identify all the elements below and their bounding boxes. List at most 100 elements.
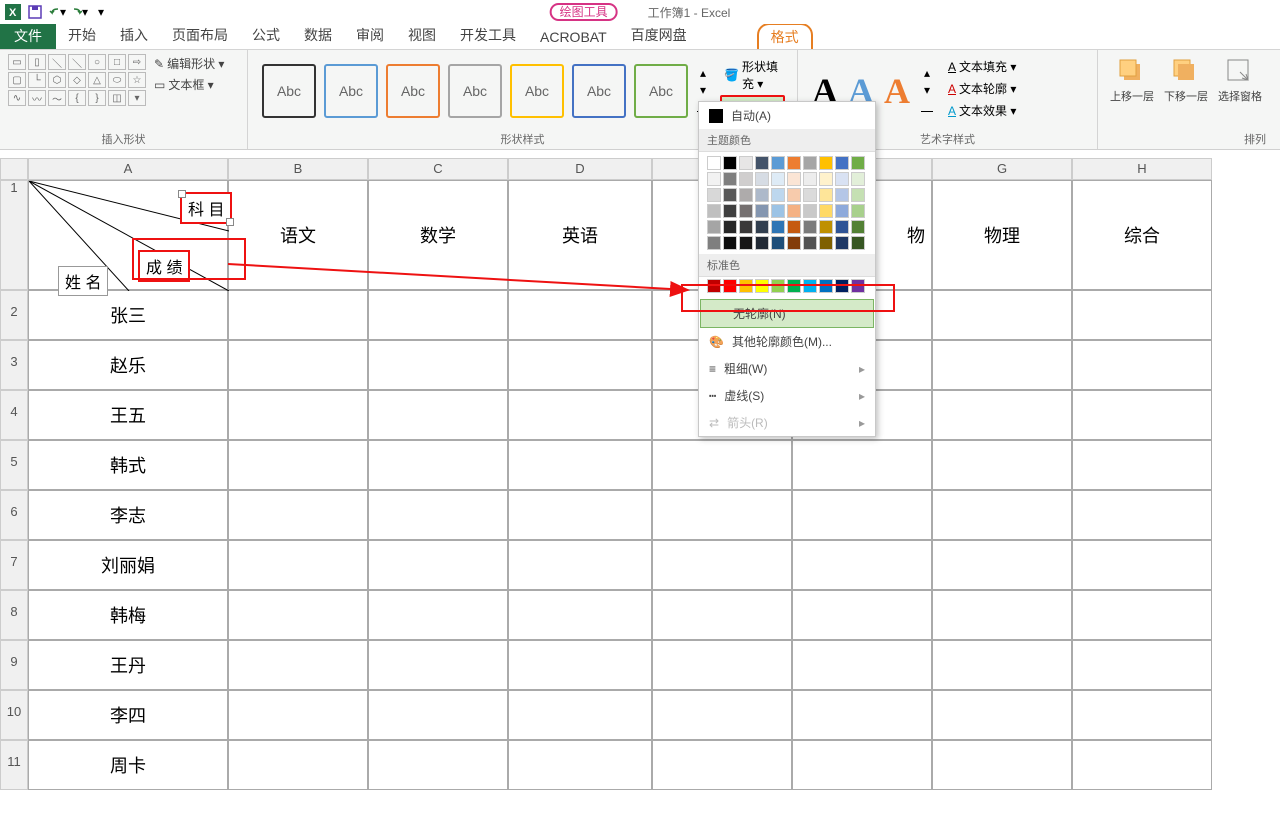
color-swatch[interactable] bbox=[835, 188, 849, 202]
cell[interactable] bbox=[792, 740, 932, 790]
tab-data[interactable]: 数据 bbox=[292, 21, 344, 49]
color-swatch[interactable] bbox=[787, 204, 801, 218]
color-swatch[interactable] bbox=[739, 156, 753, 170]
style-preset-5[interactable]: Abc bbox=[510, 64, 564, 118]
col-header-g[interactable]: G bbox=[932, 158, 1072, 180]
color-swatch[interactable] bbox=[835, 204, 849, 218]
undo-icon[interactable]: ▾ bbox=[48, 3, 66, 21]
row-header[interactable]: 5 bbox=[0, 440, 28, 490]
tab-file[interactable]: 文件 bbox=[0, 23, 56, 49]
textbox-kemu[interactable]: 科 目 bbox=[180, 192, 232, 224]
shape-callout-icon[interactable]: ◫ bbox=[108, 90, 126, 106]
col-header-c[interactable]: C bbox=[368, 158, 508, 180]
cell[interactable] bbox=[368, 390, 508, 440]
cell[interactable] bbox=[932, 290, 1072, 340]
cell[interactable] bbox=[792, 540, 932, 590]
cell[interactable] bbox=[368, 440, 508, 490]
tab-format[interactable]: 格式 bbox=[757, 23, 813, 49]
menu-weight[interactable]: ≡粗细(W)▸ bbox=[699, 355, 875, 382]
col-header-b[interactable]: B bbox=[228, 158, 368, 180]
shape-textbox-v-icon[interactable]: ▯ bbox=[28, 54, 46, 70]
color-swatch[interactable] bbox=[851, 204, 865, 218]
qat-customize-icon[interactable]: ▾ bbox=[92, 3, 110, 21]
cell[interactable] bbox=[932, 640, 1072, 690]
cell[interactable]: 刘丽娟 bbox=[28, 540, 228, 590]
row-header[interactable]: 7 bbox=[0, 540, 28, 590]
cell[interactable] bbox=[652, 690, 792, 740]
cell[interactable] bbox=[368, 540, 508, 590]
cell[interactable] bbox=[792, 590, 932, 640]
color-swatch[interactable] bbox=[803, 279, 817, 293]
style-preset-7[interactable]: Abc bbox=[634, 64, 688, 118]
color-swatch[interactable] bbox=[755, 204, 769, 218]
color-swatch[interactable] bbox=[723, 279, 737, 293]
color-swatch[interactable] bbox=[787, 156, 801, 170]
color-swatch[interactable] bbox=[739, 279, 753, 293]
cell-h1[interactable]: 综合 bbox=[1072, 180, 1212, 290]
color-swatch[interactable] bbox=[835, 156, 849, 170]
color-swatch[interactable] bbox=[803, 204, 817, 218]
color-swatch[interactable] bbox=[739, 172, 753, 186]
cell[interactable] bbox=[1072, 440, 1212, 490]
text-fill-button[interactable]: A文本填充 ▾ bbox=[944, 56, 1020, 77]
color-swatch[interactable] bbox=[787, 236, 801, 250]
color-swatch[interactable] bbox=[819, 279, 833, 293]
color-swatch[interactable] bbox=[819, 204, 833, 218]
cell[interactable] bbox=[508, 440, 652, 490]
color-swatch[interactable] bbox=[803, 172, 817, 186]
color-swatch[interactable] bbox=[851, 279, 865, 293]
color-swatch[interactable] bbox=[739, 188, 753, 202]
excel-app-icon[interactable]: X bbox=[4, 3, 22, 21]
menu-more-colors[interactable]: 🎨其他轮廓颜色(M)... bbox=[699, 328, 875, 355]
cell[interactable] bbox=[228, 640, 368, 690]
shape-star-icon[interactable]: ☆ bbox=[128, 72, 146, 88]
wordart-preset-3[interactable]: A bbox=[884, 70, 910, 112]
shape-style-gallery[interactable]: Abc Abc Abc Abc Abc Abc Abc ▴▾⎼ bbox=[256, 54, 716, 128]
cell[interactable] bbox=[508, 490, 652, 540]
cell[interactable] bbox=[1072, 640, 1212, 690]
cell[interactable] bbox=[652, 540, 792, 590]
cell[interactable] bbox=[792, 640, 932, 690]
wordart-more[interactable]: ▴▾⎼ bbox=[920, 64, 934, 118]
cell[interactable] bbox=[1072, 490, 1212, 540]
cell-g1[interactable]: 物理 bbox=[932, 180, 1072, 290]
color-swatch[interactable] bbox=[851, 156, 865, 170]
cell[interactable] bbox=[508, 390, 652, 440]
color-swatch[interactable] bbox=[723, 156, 737, 170]
cell[interactable] bbox=[1072, 390, 1212, 440]
color-swatch[interactable] bbox=[707, 188, 721, 202]
cell[interactable] bbox=[932, 590, 1072, 640]
style-preset-1[interactable]: Abc bbox=[262, 64, 316, 118]
cell[interactable] bbox=[368, 590, 508, 640]
color-swatch[interactable] bbox=[835, 220, 849, 234]
shape-line2-icon[interactable]: ＼ bbox=[68, 54, 86, 70]
col-header-a[interactable]: A bbox=[28, 158, 228, 180]
cell[interactable]: 韩梅 bbox=[28, 590, 228, 640]
color-swatch[interactable] bbox=[739, 236, 753, 250]
color-swatch[interactable] bbox=[851, 188, 865, 202]
cell[interactable] bbox=[792, 490, 932, 540]
color-swatch[interactable] bbox=[771, 172, 785, 186]
tab-developer[interactable]: 开发工具 bbox=[448, 21, 528, 49]
shape-arrow-icon[interactable]: ⇨ bbox=[128, 54, 146, 70]
color-swatch[interactable] bbox=[771, 220, 785, 234]
color-swatch[interactable] bbox=[851, 172, 865, 186]
text-box-button[interactable]: ▭文本框 ▾ bbox=[152, 75, 226, 94]
color-swatch[interactable] bbox=[803, 188, 817, 202]
color-swatch[interactable] bbox=[707, 204, 721, 218]
cell[interactable] bbox=[652, 640, 792, 690]
cell[interactable] bbox=[228, 690, 368, 740]
color-swatch[interactable] bbox=[771, 236, 785, 250]
color-swatch[interactable] bbox=[787, 188, 801, 202]
color-swatch[interactable] bbox=[819, 188, 833, 202]
color-swatch[interactable] bbox=[819, 172, 833, 186]
row-header[interactable]: 3 bbox=[0, 340, 28, 390]
color-swatch[interactable] bbox=[851, 236, 865, 250]
color-swatch[interactable] bbox=[755, 188, 769, 202]
color-swatch[interactable] bbox=[707, 236, 721, 250]
save-icon[interactable] bbox=[26, 3, 44, 21]
cell[interactable] bbox=[792, 690, 932, 740]
style-preset-6[interactable]: Abc bbox=[572, 64, 626, 118]
row-header[interactable]: 6 bbox=[0, 490, 28, 540]
cell[interactable] bbox=[228, 440, 368, 490]
